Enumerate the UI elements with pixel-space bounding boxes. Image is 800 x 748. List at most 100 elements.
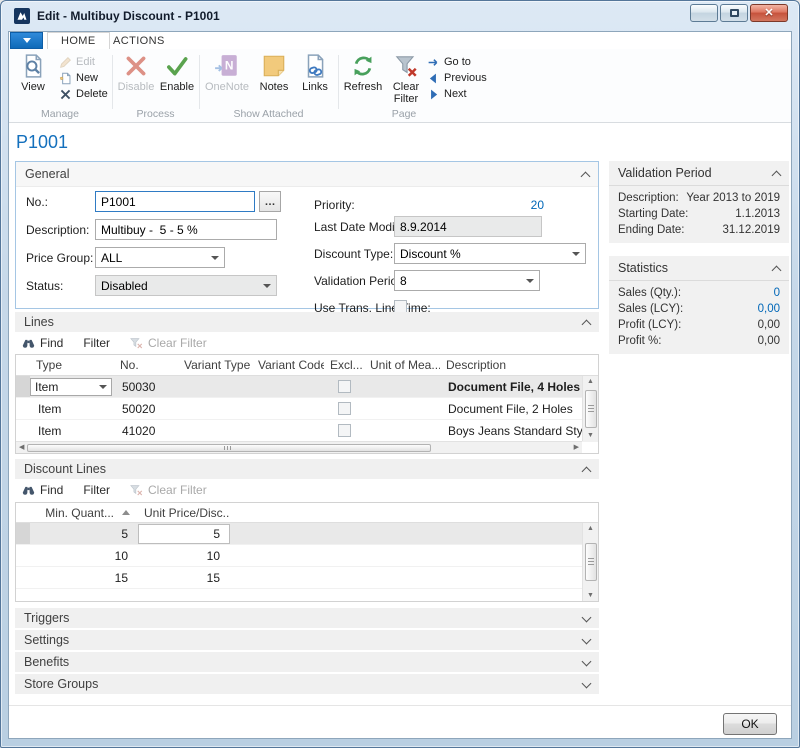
discount-filter-button[interactable]: Filter xyxy=(83,483,110,497)
lines-filter-button[interactable]: Filter xyxy=(83,336,110,350)
settings-section-header[interactable]: Settings xyxy=(15,630,599,650)
vertical-scrollbar[interactable]: ▲ ▼ xyxy=(582,523,598,601)
collapse-chevron-icon[interactable] xyxy=(772,170,782,180)
column-header-variant-code[interactable]: Variant Code xyxy=(252,358,324,372)
last-date-modified-field[interactable]: 8.9.2014 xyxy=(394,216,542,237)
table-row[interactable]: Item 50030 Document File, 4 Holes xyxy=(16,376,598,398)
min-quantity-cell[interactable]: 5 xyxy=(30,527,138,541)
scroll-left-icon[interactable]: ◀ xyxy=(19,444,24,451)
collapse-chevron-icon[interactable] xyxy=(582,466,592,476)
expand-chevron-icon[interactable] xyxy=(582,678,592,688)
general-section-header[interactable]: General xyxy=(16,162,598,187)
priority-value[interactable]: 20 xyxy=(394,198,544,212)
row-selector[interactable] xyxy=(16,420,30,441)
discount-find-button[interactable]: Find xyxy=(22,483,63,497)
column-header-variant-type[interactable]: Variant Type xyxy=(178,358,252,372)
column-header-unit-of-measure[interactable]: Unit of Mea... xyxy=(364,358,440,372)
description-cell[interactable]: Document File, 2 Holes xyxy=(440,402,598,416)
lines-section-header[interactable]: Lines xyxy=(15,312,599,332)
scrollbar-thumb[interactable] xyxy=(585,543,597,581)
previous-button[interactable]: Previous xyxy=(427,71,487,85)
ok-button[interactable]: OK xyxy=(723,713,777,735)
excl-checkbox[interactable] xyxy=(338,380,351,393)
scroll-up-icon[interactable]: ▲ xyxy=(587,525,594,532)
view-button[interactable]: View xyxy=(13,53,53,93)
min-quantity-cell[interactable]: 10 xyxy=(30,549,138,563)
table-row[interactable]: Item 50020 Document File, 2 Holes xyxy=(16,398,598,420)
unit-price-discount-cell[interactable]: 5 xyxy=(138,524,230,544)
column-header-type[interactable]: Type xyxy=(30,358,114,372)
table-row[interactable]: 5 5 xyxy=(16,523,598,545)
column-header-no[interactable]: No. xyxy=(114,358,178,372)
no-cell[interactable]: 50030 xyxy=(114,380,178,394)
row-selector[interactable] xyxy=(16,523,30,544)
store-groups-section-header[interactable]: Store Groups xyxy=(15,674,599,694)
expand-chevron-icon[interactable] xyxy=(582,656,592,666)
new-button[interactable]: New xyxy=(59,71,108,85)
price-group-select[interactable]: ALL xyxy=(95,247,225,268)
notes-button[interactable]: Notes xyxy=(254,53,294,93)
triggers-section-header[interactable]: Triggers xyxy=(15,608,599,628)
no-cell[interactable]: 50020 xyxy=(114,402,178,416)
type-cell[interactable]: Item xyxy=(30,402,114,416)
expand-chevron-icon[interactable] xyxy=(582,634,592,644)
enable-button[interactable]: Enable xyxy=(157,53,197,93)
description-field[interactable]: Multibuy - 5 - 5 % xyxy=(95,219,277,240)
min-quantity-cell[interactable]: 15 xyxy=(30,571,138,585)
lines-find-button[interactable]: Find xyxy=(22,336,63,350)
benefits-section-header[interactable]: Benefits xyxy=(15,652,599,672)
fb-sales-qty-value[interactable]: 0 xyxy=(774,287,780,299)
column-header-unit-price-discount[interactable]: Unit Price/Disc.... xyxy=(138,506,230,520)
minimize-button[interactable] xyxy=(690,4,718,22)
collapse-chevron-icon[interactable] xyxy=(582,319,592,329)
excl-checkbox[interactable] xyxy=(338,424,351,437)
assist-edit-button[interactable]: … xyxy=(259,191,281,212)
statistics-factbox-header[interactable]: Statistics xyxy=(609,256,789,281)
delete-button[interactable]: Delete xyxy=(59,87,108,101)
column-header-excl[interactable]: Excl... xyxy=(324,358,364,372)
scrollbar-thumb[interactable] xyxy=(27,444,430,452)
unit-price-discount-cell[interactable]: 15 xyxy=(138,571,230,585)
collapse-chevron-icon[interactable] xyxy=(581,171,591,181)
links-button[interactable]: Links xyxy=(296,53,334,93)
expand-chevron-icon[interactable] xyxy=(582,612,592,622)
status-select[interactable]: Disabled xyxy=(95,275,277,296)
description-cell[interactable]: Boys Jeans Standard Style xyxy=(440,424,598,438)
description-cell[interactable]: Document File, 4 Holes xyxy=(440,380,598,394)
validation-period-id-select[interactable]: 8 xyxy=(394,270,540,291)
row-selector[interactable] xyxy=(16,545,30,566)
discount-lines-section-header[interactable]: Discount Lines xyxy=(15,459,599,479)
fb-sales-lcy-value[interactable]: 0,00 xyxy=(758,303,780,315)
vertical-scrollbar[interactable]: ▲ ▼ xyxy=(582,376,598,441)
type-dropdown-cell[interactable]: Item xyxy=(30,378,112,396)
table-row[interactable]: Item 41020 Boys Jeans Standard Style xyxy=(16,420,598,442)
column-header-min-quantity[interactable]: Min. Quant... xyxy=(30,506,138,520)
scroll-right-icon[interactable]: ▶ xyxy=(574,444,579,451)
app-menu-button[interactable] xyxy=(10,32,43,49)
excl-checkbox[interactable] xyxy=(338,402,351,415)
collapse-chevron-icon[interactable] xyxy=(772,265,782,275)
scrollbar-thumb[interactable] xyxy=(585,390,597,428)
next-button[interactable]: Next xyxy=(427,87,487,101)
row-selector[interactable] xyxy=(16,567,30,588)
scroll-down-icon[interactable]: ▼ xyxy=(587,432,594,439)
discount-type-select[interactable]: Discount % xyxy=(394,243,586,264)
no-field[interactable]: P1001 xyxy=(95,191,255,212)
titlebar[interactable]: Edit - Multibuy Discount - P1001 ✕ xyxy=(1,1,799,31)
table-row[interactable]: 15 15 xyxy=(16,567,598,589)
refresh-button[interactable]: Refresh xyxy=(341,53,385,93)
type-cell[interactable]: Item xyxy=(30,424,114,438)
unit-price-discount-cell[interactable]: 10 xyxy=(138,549,230,563)
horizontal-scrollbar[interactable]: ◀ ▶ xyxy=(16,441,582,453)
no-cell[interactable]: 41020 xyxy=(114,424,178,438)
goto-button[interactable]: Go to xyxy=(427,55,487,69)
scroll-down-icon[interactable]: ▼ xyxy=(587,592,594,599)
maximize-button[interactable] xyxy=(720,4,748,22)
clear-filter-button[interactable]: Clear Filter xyxy=(387,53,425,105)
row-selector[interactable] xyxy=(16,398,30,419)
column-header-description[interactable]: Description xyxy=(440,358,598,372)
tab-actions[interactable]: ACTIONS xyxy=(100,32,178,49)
validation-period-factbox-header[interactable]: Validation Period xyxy=(609,161,789,186)
row-selector[interactable] xyxy=(16,376,30,397)
scroll-up-icon[interactable]: ▲ xyxy=(587,378,594,385)
